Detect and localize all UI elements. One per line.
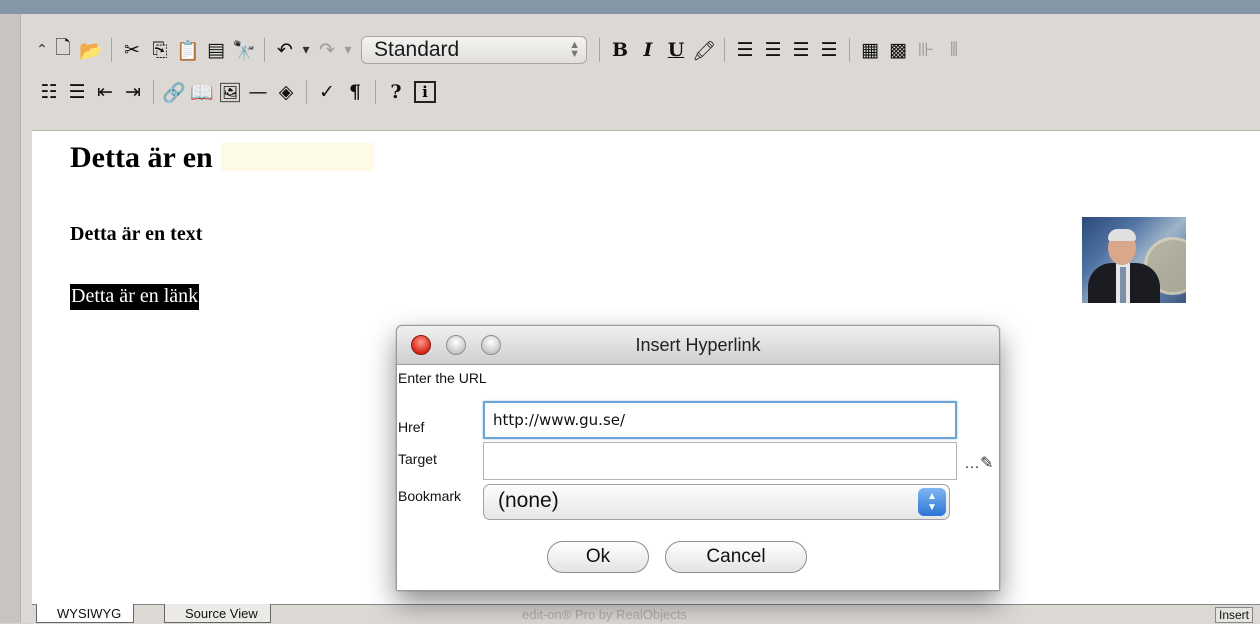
insert-hyperlink-dialog: Insert Hyperlink Enter the URL Href http… (396, 325, 1000, 591)
object-icon[interactable]: ◈ (274, 79, 298, 105)
browse-pencil-icon[interactable]: …✎ (964, 453, 993, 473)
bulleted-list-icon[interactable]: ☷ (37, 79, 61, 105)
heading-1-text: Detta är en (70, 141, 213, 174)
toolbar-row-1: ⌃ 🗋 📂 ✂ ⎘ 📋 ▤ 🔭 ↶ ▾ ↷ ▾ Standard ▲ ▼ B I … (35, 32, 968, 68)
dialog-title: Insert Hyperlink (635, 335, 761, 355)
open-folder-icon[interactable]: 📂 (79, 37, 103, 63)
pilcrow-button[interactable]: ¶ (343, 79, 367, 105)
tab-wysiwyg[interactable]: WYSIWYG (36, 604, 135, 623)
table-column-icon[interactable]: ⫴ (942, 37, 966, 63)
align-justify-icon[interactable]: ☰ (817, 37, 841, 63)
insert-table-icon[interactable]: ▩ (886, 37, 910, 63)
href-input[interactable]: http://www.gu.se/ (483, 401, 957, 439)
dialog-body: Enter the URL Href http://www.gu.se/ Tar… (397, 365, 999, 590)
highlight-icon[interactable]: 🖍 (692, 37, 716, 63)
table-icon[interactable]: ▦ (858, 37, 882, 63)
indent-icon[interactable]: ⇥ (121, 79, 145, 105)
italic-button[interactable]: I (636, 37, 660, 63)
copy-icon[interactable]: ⎘ (148, 37, 172, 63)
collapse-icon[interactable]: ⌃ (35, 37, 49, 63)
align-right-icon[interactable]: ☰ (789, 37, 813, 63)
selected-link-text[interactable]: Detta är en länk (70, 284, 200, 310)
window-top-bar (0, 0, 1260, 14)
bookmark-label: Bookmark (398, 488, 462, 504)
photo-tie (1120, 267, 1126, 303)
cancel-button[interactable]: Cancel (665, 541, 807, 573)
toolbar-separator (111, 38, 112, 62)
photo-hair (1108, 229, 1136, 241)
paragraph-style-select[interactable]: Standard ▲ ▼ (361, 36, 587, 64)
align-center-icon[interactable]: ☰ (761, 37, 785, 63)
undo-dropdown-icon[interactable]: ▾ (299, 37, 313, 63)
bold-button[interactable]: B (608, 37, 632, 63)
toolbar-separator (153, 80, 154, 104)
window-left-edge (0, 14, 20, 623)
paragraph-style-value: Standard (374, 38, 460, 61)
bookmark-select[interactable]: (none) ▲ ▼ (483, 484, 950, 520)
help-button[interactable]: ? (384, 79, 408, 105)
undo-icon[interactable]: ↶ (273, 37, 297, 63)
outdent-icon[interactable]: ⇤ (93, 79, 117, 105)
view-tabs-bar: WYSIWYG Source View edit-on® Pro by Real… (32, 604, 1260, 624)
toolbar-separator (306, 80, 307, 104)
heading-1: Detta är en (70, 141, 374, 175)
product-credits: edit-on® Pro by RealObjects (522, 607, 687, 622)
numbered-list-icon[interactable]: ☰ (65, 79, 89, 105)
horizontal-rule-icon[interactable]: — (246, 79, 270, 105)
ok-button[interactable]: Ok (547, 541, 649, 573)
dialog-titlebar[interactable]: Insert Hyperlink (397, 326, 999, 365)
href-label: Href (398, 419, 425, 435)
tab-source-view[interactable]: Source View (164, 604, 271, 623)
embedded-photo[interactable] (1082, 217, 1186, 303)
find-icon[interactable]: 🔭 (232, 37, 256, 63)
table-row-icon[interactable]: ⊪ (914, 37, 938, 63)
toolbar-separator (849, 38, 850, 62)
target-input[interactable] (483, 442, 957, 480)
link-icon[interactable]: 🔗 (162, 79, 186, 105)
toolbar-separator (375, 80, 376, 104)
spellcheck-icon[interactable]: ✓ (315, 79, 339, 105)
toolbar-separator (724, 38, 725, 62)
dialog-prompt: Enter the URL (398, 370, 487, 386)
toolbar-separator (599, 38, 600, 62)
paste-text-icon[interactable]: ▤ (204, 37, 228, 63)
underline-button[interactable]: U (664, 37, 688, 63)
new-document-icon[interactable]: 🗋 (51, 37, 75, 63)
toolbar-separator (264, 38, 265, 62)
align-left-icon[interactable]: ☰ (733, 37, 757, 63)
bookmark-icon[interactable]: 📖 (190, 79, 214, 105)
info-button[interactable]: i (414, 81, 436, 103)
spinner-arrows-icon: ▲ ▼ (569, 39, 580, 60)
text-highlight (220, 143, 374, 171)
select-arrows-icon: ▲ ▼ (918, 488, 946, 516)
bookmark-select-value: (none) (498, 489, 559, 512)
toolbar-row-2: ☷ ☰ ⇤ ⇥ 🔗 📖 🖼 — ◈ ✓ ¶ ? i (35, 74, 440, 110)
redo-icon[interactable]: ↷ (315, 37, 339, 63)
cut-icon[interactable]: ✂ (120, 37, 144, 63)
insert-mode-indicator: Insert (1214, 607, 1253, 623)
heading-4: Detta är en text (70, 223, 203, 245)
redo-dropdown-icon[interactable]: ▾ (341, 37, 355, 63)
paste-icon[interactable]: 📋 (176, 37, 200, 63)
image-icon[interactable]: 🖼 (218, 79, 242, 105)
target-label: Target (398, 451, 437, 467)
